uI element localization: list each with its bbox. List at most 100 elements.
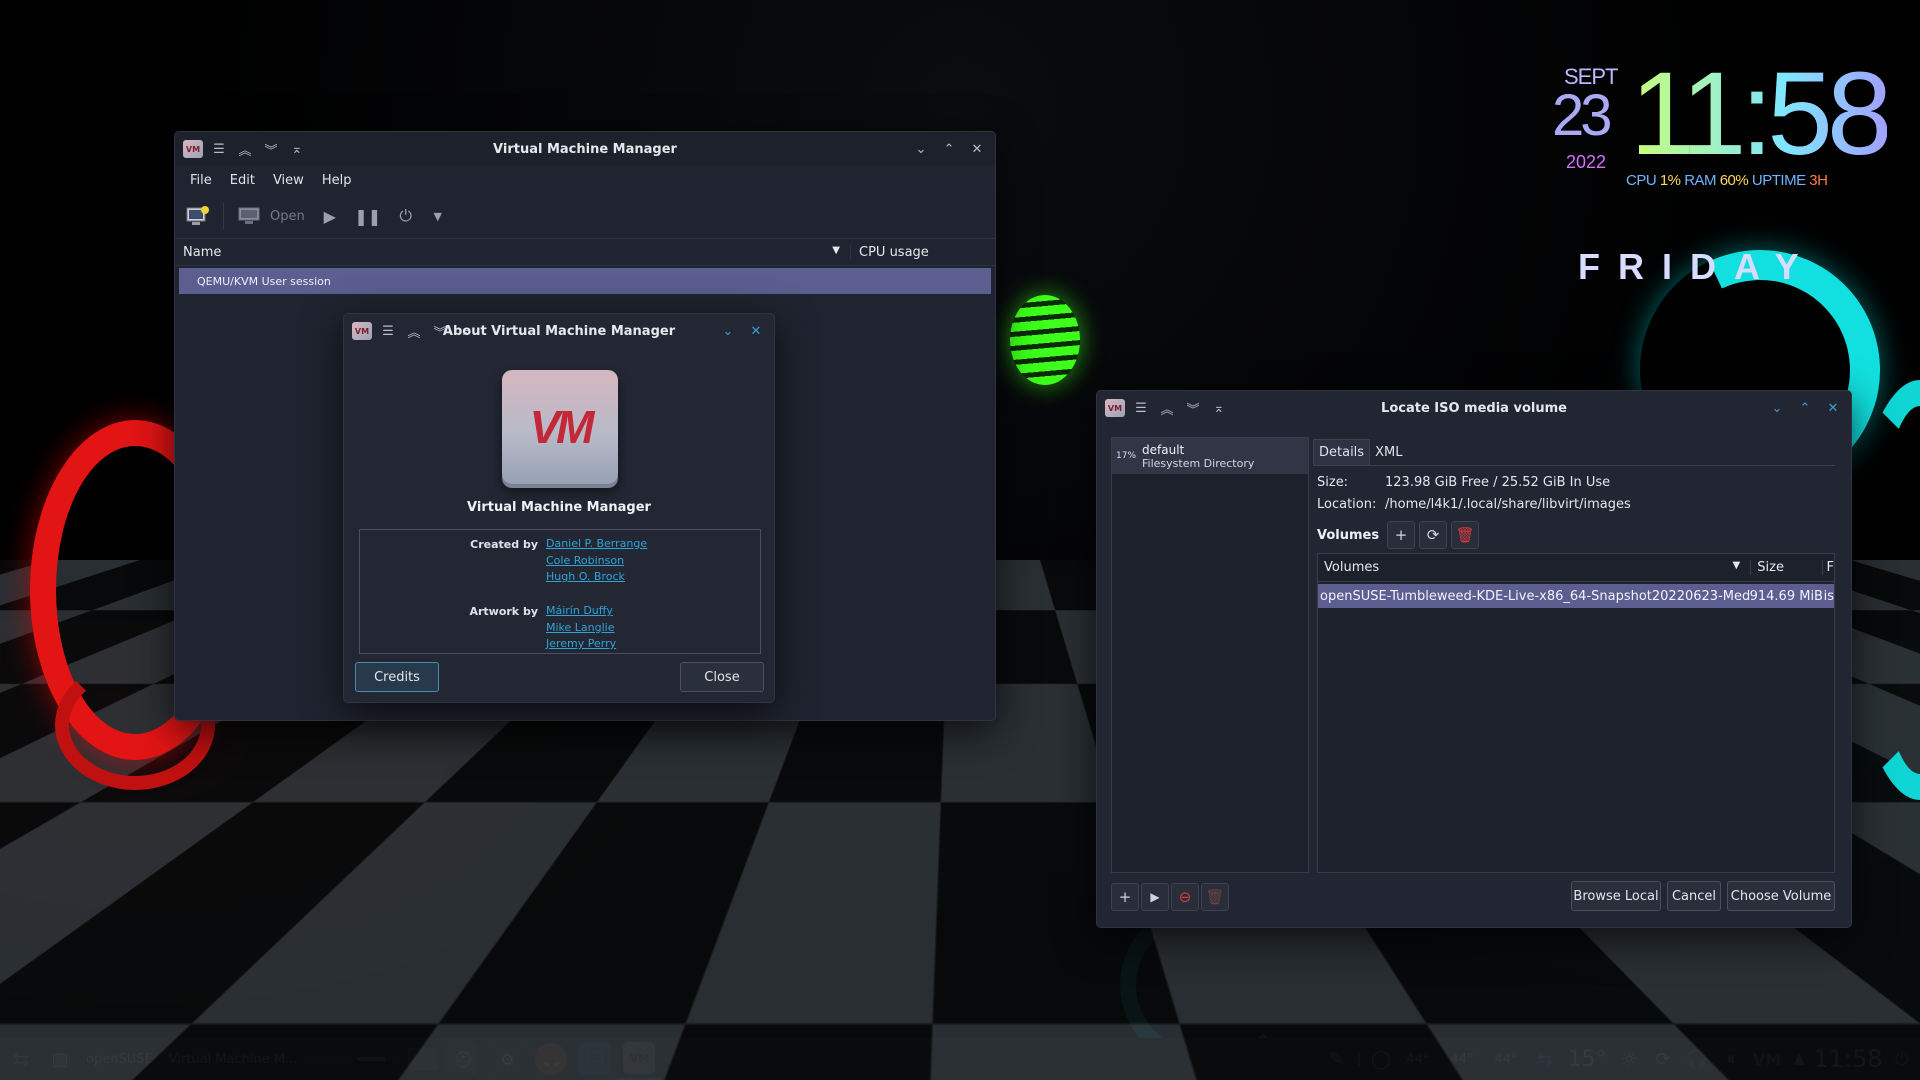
credit-link[interactable]: Hugh O. Brock (546, 569, 647, 586)
menu-help[interactable]: Help (313, 169, 361, 192)
pen-icon[interactable]: ✎ (1322, 1038, 1352, 1080)
locate-iso-dialog: VM ☰ ︽ ︾ ⌅ Locate ISO media volume ⌄ ⌃ ✕… (1096, 390, 1852, 928)
volume-slider[interactable] (305, 1038, 355, 1080)
volumes-label: Volumes (1317, 527, 1380, 543)
storage-pool-item[interactable]: 17% default Filesystem Directory (1112, 438, 1308, 474)
browse-local-button[interactable]: Browse Local (1571, 881, 1661, 911)
file-manager-icon[interactable]: 🗀 (573, 1038, 617, 1080)
shade-icon[interactable]: ⌅ (287, 139, 307, 159)
sort-down-icon: ▼ (832, 244, 840, 256)
clock-day: 23 (1552, 83, 1612, 148)
firefox-icon[interactable]: 🦊 (529, 1038, 573, 1080)
desktop-pager[interactable] (405, 1038, 441, 1080)
delete-pool-icon[interactable]: 🗑 (1201, 883, 1229, 911)
pool-type: Filesystem Directory (1142, 456, 1255, 470)
column-name[interactable]: Name ▼ (175, 244, 851, 260)
system-stats: CPU 1% RAM 60% UPTIME 3H (1626, 172, 1828, 189)
volume-size: 914.69 MiB (1749, 588, 1823, 604)
active-window-title[interactable]: Virtual Machine M... (161, 1038, 306, 1080)
temp-sensor-1[interactable]: 44° (1396, 1038, 1440, 1080)
menu-icon[interactable]: ☰ (209, 139, 229, 159)
keep-above-icon[interactable]: ︽ (1157, 398, 1177, 418)
cancel-button[interactable]: Cancel (1667, 881, 1721, 911)
clock-widget: SEPT 23 2022 11:58 CPU 1% RAM 60% UPTIME… (1540, 48, 1900, 200)
tab-xml[interactable]: XML (1370, 439, 1408, 465)
tab-details[interactable]: Details (1313, 439, 1371, 465)
vm-tray-icon[interactable]: VM (1748, 1038, 1786, 1080)
add-volume-icon[interactable]: + (1387, 521, 1416, 549)
menu-view[interactable]: View (264, 169, 313, 192)
delete-volume-icon[interactable]: 🗑 (1451, 521, 1480, 549)
taskbar-clock[interactable]: 11:58 (1812, 1038, 1884, 1080)
maximize-icon[interactable]: ⌃ (1795, 398, 1815, 418)
steam-icon[interactable]: ⚙ (485, 1038, 529, 1080)
iso-titlebar[interactable]: VM ☰ ︽ ︾ ⌅ Locate ISO media volume ⌄ ⌃ ✕ (1097, 391, 1851, 425)
chevron-up-icon[interactable]: ▲ (1786, 1038, 1812, 1080)
volume-row[interactable]: openSUSE-Tumbleweed-KDE-Live-x86_64-Snap… (1318, 584, 1834, 608)
update-icon[interactable]: ⟳ (1646, 1038, 1680, 1080)
vmm-titlebar[interactable]: VM ☰ ︽ ︾ ⌅ Virtual Machine Manager ⌄ ⌃ ✕ (175, 132, 995, 166)
start-pool-icon[interactable]: ▶ (1141, 883, 1169, 911)
toolbar: Open ▶ ❚❚ ⏻ ▼ (175, 194, 995, 238)
close-icon[interactable]: ✕ (746, 321, 766, 341)
credit-link[interactable]: Cole Robinson (546, 553, 647, 570)
maximize-icon[interactable]: ⌃ (939, 139, 959, 159)
pause-icon[interactable]: ❚❚ (354, 205, 381, 227)
choose-volume-button[interactable]: Choose Volume (1727, 881, 1835, 911)
media-pause-icon[interactable]: ⏸ (1714, 1038, 1748, 1080)
temp-sensor-3[interactable]: 44° (1484, 1038, 1528, 1080)
play-icon[interactable]: ▶ (317, 205, 343, 227)
credit-link[interactable]: Jeremy Perry (546, 636, 616, 653)
chevron-down-icon[interactable]: ▼ (431, 205, 445, 227)
keep-below-icon[interactable]: ︾ (430, 321, 450, 341)
close-button[interactable]: Close (680, 662, 764, 692)
taskbar: ⇆ ▥ openSUSE Virtual Machine M... ⛑ ⚙ 🦊 … (0, 1038, 1920, 1080)
headphones-icon[interactable]: 🎧 (1680, 1038, 1714, 1080)
shade-icon[interactable]: ⌅ (456, 321, 476, 341)
menu-file[interactable]: File (181, 169, 221, 192)
keep-above-icon[interactable]: ︽ (404, 321, 424, 341)
minimize-icon[interactable]: ⌄ (1767, 398, 1787, 418)
open-button[interactable]: Open (236, 205, 305, 227)
keep-above-icon[interactable]: ︽ (235, 139, 255, 159)
weather-temp[interactable]: 15° (1562, 1038, 1612, 1080)
os-label[interactable]: openSUSE (78, 1038, 161, 1080)
launcher-icon[interactable]: ⇆ (0, 1038, 42, 1080)
kde-connect-icon[interactable]: ⇆ (1528, 1038, 1562, 1080)
keep-below-icon[interactable]: ︾ (261, 139, 281, 159)
column-cpu-usage[interactable]: CPU usage (851, 245, 929, 260)
credits-button[interactable]: Credits (355, 662, 439, 692)
menu-icon[interactable]: ☰ (378, 321, 398, 341)
vmm-task-icon[interactable]: VM (617, 1038, 662, 1080)
column-format[interactable]: F (1823, 560, 1834, 575)
power-icon[interactable]: ⏻ (1884, 1038, 1920, 1080)
menu-edit[interactable]: Edit (221, 169, 264, 192)
brightness-slider[interactable] (355, 1038, 405, 1080)
volume-table-header: Volumes ▼ Size F (1318, 554, 1834, 582)
credit-link[interactable]: Máirín Duffy (546, 603, 616, 620)
new-vm-icon[interactable] (185, 205, 211, 227)
vm-connection-row[interactable]: QEMU/KVM User session (179, 268, 991, 294)
circle-icon[interactable]: ◯ (1366, 1038, 1396, 1080)
pager-icon[interactable]: ▥ (42, 1038, 78, 1080)
temp-sensor-2[interactable]: 44° (1440, 1038, 1484, 1080)
sun-icon[interactable]: ☼ (1612, 1038, 1646, 1080)
minimize-icon[interactable]: ⌄ (911, 139, 931, 159)
keep-below-icon[interactable]: ︾ (1183, 398, 1203, 418)
column-volumes[interactable]: Volumes ▼ (1318, 560, 1752, 575)
close-icon[interactable]: ✕ (967, 139, 987, 159)
credit-link[interactable]: Mike Langlie (546, 620, 616, 637)
about-titlebar[interactable]: VM ☰ ︽ ︾ ⌅ About Virtual Machine Manager… (344, 314, 774, 348)
column-size[interactable]: Size (1751, 560, 1823, 575)
menu-icon[interactable]: ☰ (1131, 398, 1151, 418)
app-task-1-icon[interactable]: ⛑ (441, 1038, 485, 1080)
add-pool-icon[interactable]: + (1111, 883, 1139, 911)
power-icon[interactable]: ⏻ (393, 205, 419, 227)
stop-pool-icon[interactable]: ⊖ (1171, 883, 1199, 911)
refresh-icon[interactable]: ⟳ (1419, 521, 1448, 549)
close-icon[interactable]: ✕ (1823, 398, 1843, 418)
minimize-icon[interactable]: ⌄ (718, 321, 738, 341)
credit-link[interactable]: Daniel P. Berrange (546, 536, 647, 553)
shade-icon[interactable]: ⌅ (1209, 398, 1229, 418)
clock-year: 2022 (1566, 152, 1607, 172)
